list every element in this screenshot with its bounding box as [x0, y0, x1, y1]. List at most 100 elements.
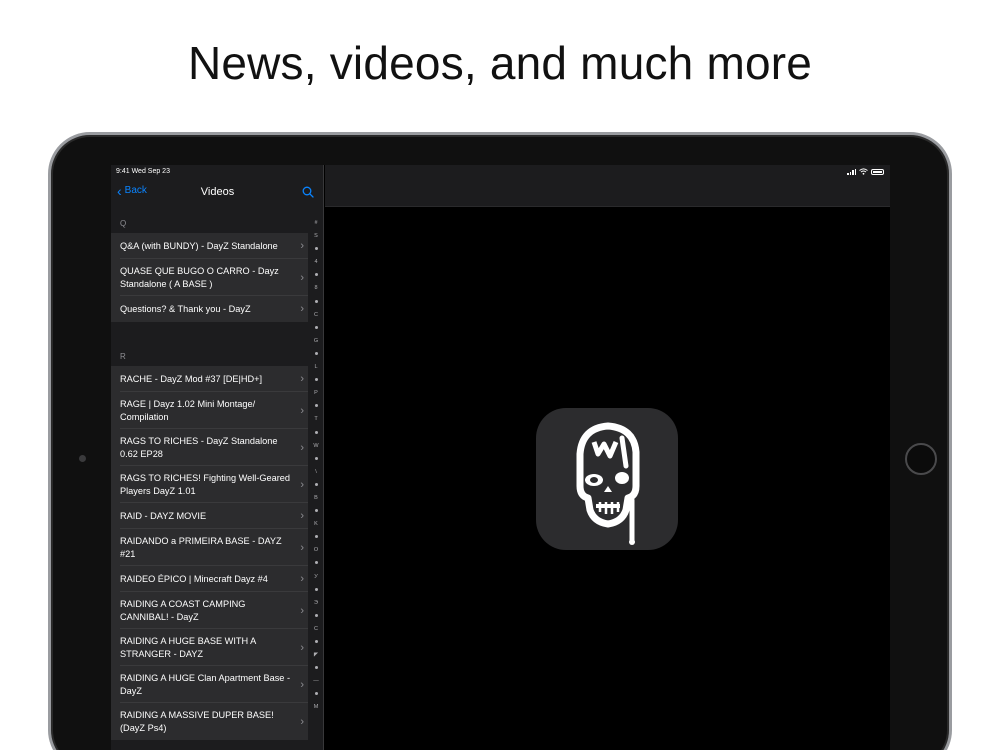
section-index-item[interactable] [314, 636, 318, 649]
section-index-item[interactable] [314, 479, 318, 492]
chevron-right-icon: › [300, 441, 304, 454]
section-header: Q [120, 219, 127, 228]
list-item[interactable]: RAIDING A MASSIVE DUPER BASE! (DayZ Ps4)… [111, 703, 308, 740]
section-index-item[interactable] [314, 584, 318, 597]
section-index-item[interactable] [314, 269, 318, 282]
section-index-item[interactable]: # [314, 217, 317, 230]
index-dot [314, 273, 318, 277]
list-item[interactable]: RAIDANDO a PRIMEIRA BASE - DAYZ #21 › [111, 529, 308, 566]
section-index-item[interactable]: C [314, 309, 318, 322]
section-index-item[interactable] [314, 505, 318, 518]
section-index-item[interactable]: \ [315, 466, 317, 479]
list-item[interactable]: RAID - DAYZ MOVIE › [111, 503, 308, 529]
section-index-item[interactable]: G [314, 335, 318, 348]
chevron-right-icon: › [300, 239, 304, 252]
section-index-item[interactable]: 8 [314, 282, 317, 295]
search-icon [302, 186, 314, 198]
section-index-item[interactable]: M [314, 701, 319, 714]
list-item-title: RACHE - DayZ Mod #37 [DE|HD+] [120, 373, 263, 384]
section-index-item[interactable]: W [313, 440, 318, 453]
list-item-title: Questions? & Thank you - DayZ [120, 303, 251, 314]
section-index-item[interactable] [314, 400, 318, 413]
section-index-item[interactable]: B [314, 492, 318, 505]
index-dot [314, 430, 318, 434]
section-index-item[interactable]: K [314, 518, 318, 531]
list-item-title: RAGS TO RICHES! Fighting Well-Geared Pla… [120, 473, 291, 496]
index-dot [314, 378, 318, 382]
list-item[interactable]: RAGS TO RICHES - DayZ Standalone 0.62 EP… [111, 429, 308, 466]
section-index-item[interactable]: T [314, 413, 317, 426]
app-icon [536, 408, 678, 550]
index-dot [314, 640, 318, 643]
list-item[interactable]: RACHE - DayZ Mod #37 [DE|HD+] › [111, 366, 308, 392]
wifi-icon [859, 168, 868, 175]
list-item[interactable]: RAGS TO RICHES! Fighting Well-Geared Pla… [111, 466, 308, 503]
index-dot [314, 561, 318, 565]
section-index-item[interactable] [314, 427, 318, 440]
list-item[interactable]: RAIDING A HUGE BASE WITH A STRANGER - DA… [111, 629, 308, 666]
section-group: Q&A (with BUNDY) - DayZ Standalone › QUASE… [111, 233, 308, 322]
section-index-item[interactable] [314, 296, 318, 309]
index-dot [314, 535, 318, 539]
section-group: RACHE - DayZ Mod #37 [DE|HD+] › RAGE | Day… [111, 366, 308, 740]
list-item-title: RAID - DAYZ MOVIE [120, 510, 207, 521]
list-item[interactable]: RAIDEO ÉPICO | Minecraft Dayz #4 › [111, 566, 308, 592]
video-list[interactable]: Q Q&A (with BUNDY) - DayZ Standalone › QUAS… [111, 213, 308, 740]
section-index-item[interactable] [314, 322, 318, 335]
headline: News, videos, and much more [187, 37, 813, 89]
ipad-screen: 9:41 Wed Sep 23 ‹ Back Videos Q Q&A (with… [111, 165, 890, 750]
section-index-item[interactable] [314, 531, 318, 544]
list-item[interactable]: RAIDING A COAST CAMPING CANNIBAL! - DayZ… [111, 592, 308, 629]
chevron-right-icon: › [300, 271, 304, 284]
index-dot [314, 456, 318, 460]
index-dot [314, 587, 318, 591]
list-item[interactable]: RAIDING A HUGE Clan Apartment Base - Day… [111, 666, 308, 703]
chevron-right-icon: › [300, 404, 304, 417]
section-index-item[interactable]: 4 [314, 256, 317, 269]
section-index-item[interactable]: O [314, 544, 318, 557]
section-index-item[interactable] [314, 374, 318, 387]
page-title: Videos [200, 186, 235, 198]
battery-icon [871, 168, 884, 175]
section-index-item[interactable]: С [314, 623, 318, 636]
section-index-item[interactable]: — [313, 675, 319, 688]
section-index-item[interactable]: S [314, 230, 318, 243]
sidebar: 9:41 Wed Sep 23 ‹ Back Videos Q Q&A (with… [111, 165, 324, 750]
chevron-right-icon: › [300, 604, 304, 617]
section-index-item[interactable] [314, 348, 318, 361]
section-index-item[interactable] [314, 610, 318, 623]
section-index-item[interactable] [314, 557, 318, 570]
home-button[interactable] [905, 443, 937, 475]
detail-pane [325, 165, 890, 750]
index-dot [314, 299, 318, 303]
list-item-title: RAGS TO RICHES - DayZ Standalone 0.62 EP… [120, 436, 278, 459]
list-item-title: RAIDING A COAST CAMPING CANNIBAL! - DayZ [120, 599, 246, 622]
list-item[interactable]: Questions? & Thank you - DayZ › [111, 296, 308, 322]
index-dot [314, 509, 318, 513]
list-item[interactable]: RAGE | Dayz 1.02 Mini Montage/ Compilati… [111, 392, 308, 429]
section-index-item[interactable] [314, 453, 318, 466]
list-item[interactable]: QUASE QUE BUGO O CARRO - Dayz Standalone… [111, 259, 308, 296]
section-header: R [120, 352, 126, 361]
search-button[interactable] [302, 185, 314, 203]
section-index-item[interactable]: У [314, 571, 318, 584]
section-index-item[interactable]: Э [314, 597, 318, 610]
list-item-title: Q&A (with BUNDY) - DayZ Standalone [120, 240, 278, 251]
navigation-bar: ‹ Back Videos [111, 179, 324, 207]
list-item-title: RAIDEO ÉPICO | Minecraft Dayz #4 [120, 573, 268, 584]
section-index-item[interactable]: ◤ [314, 649, 318, 662]
section-index-item[interactable] [314, 662, 318, 675]
section-index[interactable]: # S 4 8 C G L P T W \ B K O У Э С ◤ — M [310, 217, 322, 715]
index-dot [314, 404, 318, 408]
list-item[interactable]: Q&A (with BUNDY) - DayZ Standalone › [111, 233, 308, 259]
chevron-right-icon: › [300, 678, 304, 691]
section-index-item[interactable] [314, 688, 318, 701]
section-index-item[interactable]: L [314, 361, 317, 374]
chevron-right-icon: › [300, 541, 304, 554]
section-index-item[interactable]: P [314, 387, 318, 400]
status-time: 9:41 Wed Sep 23 [116, 168, 170, 175]
section-index-item[interactable] [314, 243, 318, 256]
list-item-title: RAIDING A HUGE BASE WITH A STRANGER - DA… [120, 636, 256, 659]
list-item-title: QUASE QUE BUGO O CARRO - Dayz Standalone… [120, 266, 279, 289]
